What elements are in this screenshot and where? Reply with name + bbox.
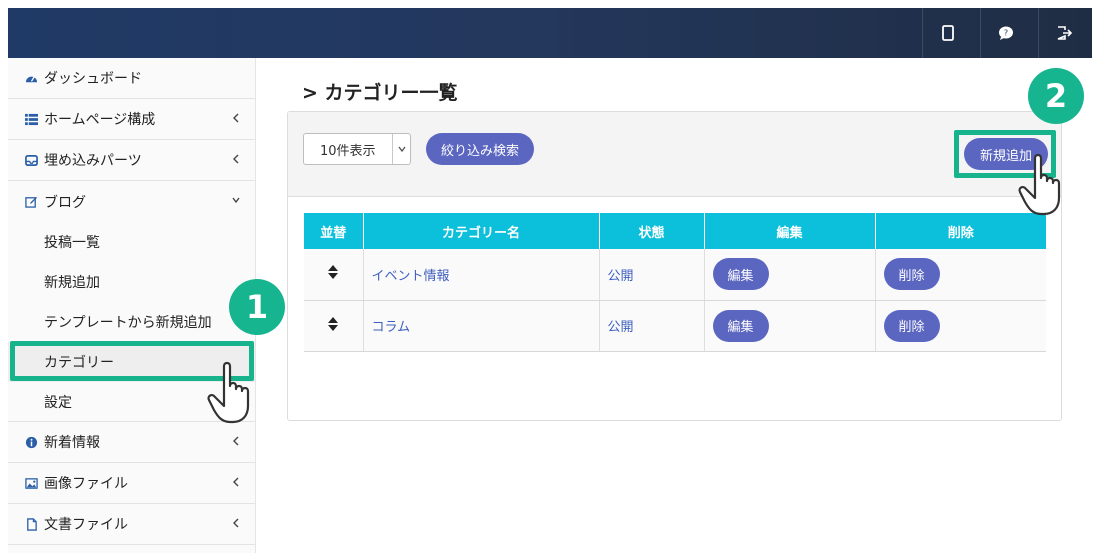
sidebar-item-label: ダッシュボード [44, 71, 142, 87]
chevron-left-icon [233, 518, 239, 528]
pointer-hand-icon [207, 361, 250, 424]
category-name-link[interactable]: コラム [363, 300, 600, 352]
category-name-link[interactable]: イベント情報 [363, 249, 600, 301]
sidebar-item-label: 画像ファイル [44, 476, 128, 492]
image-icon [24, 476, 38, 490]
page-title: > カテゴリー一覧 [302, 82, 458, 104]
step-2-number: 2 [1044, 77, 1068, 115]
dashboard-icon [24, 71, 38, 85]
sidebar-item-label: 文書ファイル [44, 517, 128, 533]
column-header-edit: 編集 [704, 213, 876, 249]
sidebar: ダッシュボード ホームページ構成 埋め込みパーツ ブログ 投稿一覧 新規追加 テ… [8, 58, 256, 553]
chevron-left-icon [233, 113, 239, 123]
logout-button[interactable] [1038, 8, 1088, 58]
chat-icon: ? [998, 26, 1013, 40]
sidebar-item-homepage[interactable]: ホームページ構成 [8, 99, 255, 140]
list-icon [24, 112, 38, 126]
sidebar-item-images[interactable]: 画像ファイル [8, 463, 255, 504]
info-icon [24, 435, 38, 449]
pointer-hand-icon [1018, 153, 1061, 216]
chevron-down-icon [392, 134, 410, 164]
sidebar-item-dashboard[interactable]: ダッシュボード [8, 58, 255, 99]
sidebar-sub-label: テンプレートから新規追加 [44, 315, 212, 331]
chevron-left-icon [233, 436, 239, 446]
edit-button[interactable]: 編集 [712, 309, 769, 342]
tablet-button[interactable] [922, 8, 972, 58]
table-row: コラム 公開 編集 削除 [304, 300, 1046, 352]
column-header-delete: 削除 [875, 213, 1046, 249]
status-link[interactable]: 公開 [599, 300, 705, 352]
sidebar-item-news[interactable]: 新着情報 [8, 422, 255, 463]
sort-handle[interactable] [304, 300, 364, 352]
delete-button[interactable]: 削除 [883, 309, 940, 342]
per-page-select[interactable]: 10件表示 [303, 133, 411, 165]
sidebar-item-label: 埋め込みパーツ [44, 153, 142, 169]
sidebar-item-documents[interactable]: 文書ファイル [8, 504, 255, 545]
sidebar-item-embed[interactable]: 埋め込みパーツ [8, 140, 255, 181]
step-2-badge: 2 [1028, 68, 1084, 124]
svg-text:?: ? [1003, 29, 1007, 38]
sidebar-sub-posts[interactable]: 投稿一覧 [8, 222, 255, 262]
column-header-name: カテゴリー名 [363, 213, 600, 249]
chevron-left-icon [233, 477, 239, 487]
chevron-left-icon [233, 154, 239, 164]
panel-toolbar: 10件表示 絞り込み検索 新規追加 [288, 112, 1061, 197]
sort-icon [328, 316, 339, 331]
logout-icon [1057, 26, 1072, 40]
sidebar-item-label: ホームページ構成 [44, 112, 156, 128]
sidebar-sub-label: 設定 [44, 394, 72, 411]
sidebar-sub-label: 投稿一覧 [44, 235, 100, 251]
filter-search-button[interactable]: 絞り込み検索 [426, 133, 534, 165]
table-row: イベント情報 公開 編集 削除 [304, 249, 1046, 301]
delete-button[interactable]: 削除 [883, 258, 940, 291]
sidebar-sub-template-new[interactable]: テンプレートから新規追加 [8, 302, 255, 342]
file-icon [24, 517, 38, 531]
column-header-status: 状態 [599, 213, 705, 249]
sort-handle[interactable] [304, 249, 364, 301]
chevron-down-icon [232, 197, 240, 204]
edit-icon [24, 195, 38, 209]
table-header-row: 並替 カテゴリー名 状態 編集 削除 [304, 213, 1046, 249]
status-link[interactable]: 公開 [599, 249, 705, 301]
tablet-icon [941, 25, 954, 41]
top-bar: ? [8, 8, 1092, 58]
sidebar-item-label: ブログ [44, 194, 86, 211]
edit-button[interactable]: 編集 [712, 258, 769, 291]
category-panel: 10件表示 絞り込み検索 新規追加 並替 カテゴリー名 状態 編集 削除 イベン… [287, 111, 1062, 421]
column-header-sort: 並替 [304, 213, 364, 249]
sidebar-sub-label: 新規追加 [44, 275, 100, 291]
sidebar-sub-new[interactable]: 新規追加 [8, 262, 255, 302]
inbox-icon [24, 153, 38, 167]
sidebar-item-label: 新着情報 [44, 435, 100, 451]
sort-icon [328, 265, 339, 280]
category-table: 並替 カテゴリー名 状態 編集 削除 イベント情報 公開 編集 削除 コラム 公… [304, 213, 1046, 352]
per-page-value: 10件表示 [320, 143, 376, 159]
chat-button[interactable]: ? [980, 8, 1030, 58]
sidebar-item-blog[interactable]: ブログ [8, 181, 255, 222]
